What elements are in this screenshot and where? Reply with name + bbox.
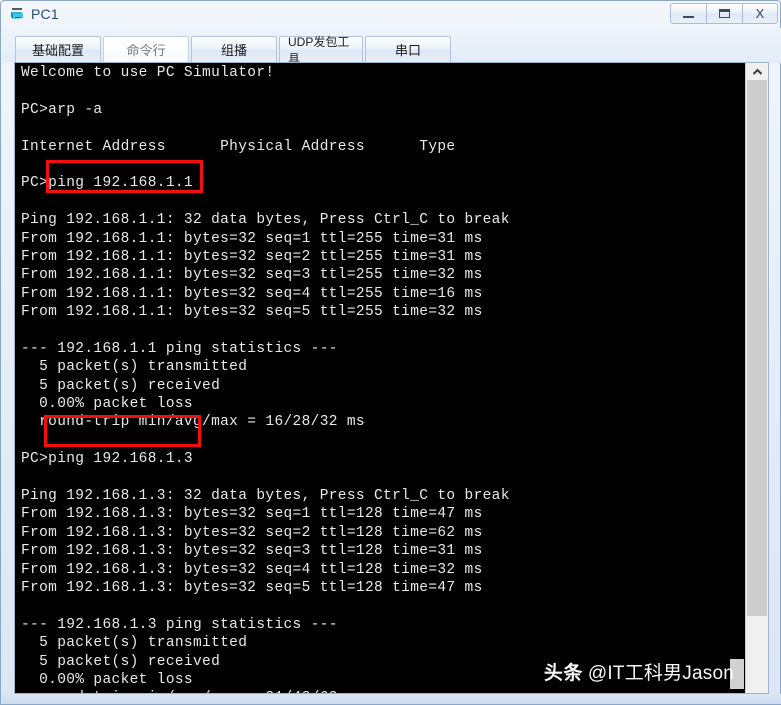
terminal-line: PC>ping 192.168.1.3 [21, 451, 193, 468]
minimize-icon [683, 16, 694, 18]
minimize-button[interactable] [670, 3, 706, 24]
terminal-line: 5 packet(s) received [21, 653, 221, 670]
scrollbar-track[interactable] [746, 616, 768, 693]
window-bottom-edge [2, 694, 781, 704]
terminal-line: Internet Address Physical Address Type [21, 138, 456, 155]
watermark-fade-overlay [730, 659, 744, 689]
tab-strip: 基础配置 命令行 组播 UDP发包工具 串口 [2, 28, 781, 66]
command-line-panel: Welcome to use PC Simulator! PC>arp -a I… [14, 62, 769, 694]
tab-udp-tool[interactable]: UDP发包工具 [279, 35, 363, 66]
maximize-button[interactable] [706, 3, 742, 24]
watermark-handle: @IT工科男Jason [587, 663, 734, 684]
pc-device-icon [9, 5, 27, 23]
scroll-up-button[interactable] [746, 63, 768, 80]
terminal-line: From 192.168.1.3: bytes=32 seq=2 ttl=128… [21, 524, 483, 541]
terminal-line: Welcome to use PC Simulator! [21, 65, 275, 81]
terminal-line: round-trip min/avg/max = 31/43/62 ms [21, 689, 510, 693]
terminal-line: Ping 192.168.1.1: 32 data bytes, Press C… [21, 212, 510, 229]
maximize-icon [719, 9, 730, 18]
window-title: PC1 [31, 6, 59, 22]
terminal-line: From 192.168.1.1: bytes=32 seq=5 ttl=255… [21, 304, 483, 321]
terminal-line: PC>arp -a [21, 101, 103, 118]
tab-list: 基础配置 命令行 组播 UDP发包工具 串口 [15, 35, 453, 66]
terminal-line: From 192.168.1.1: bytes=32 seq=3 ttl=255… [21, 267, 483, 284]
tab-multicast[interactable]: 组播 [191, 36, 277, 63]
terminal-line: From 192.168.1.3: bytes=32 seq=4 ttl=128… [21, 561, 483, 578]
terminal-text: Welcome to use PC Simulator! PC>arp -a I… [21, 64, 510, 693]
terminal-output[interactable]: Welcome to use PC Simulator! PC>arp -a I… [15, 63, 746, 693]
terminal-line: Ping 192.168.1.3: 32 data bytes, Press C… [21, 487, 510, 504]
terminal-line: 0.00% packet loss [21, 396, 193, 413]
terminal-line: From 192.168.1.1: bytes=32 seq=2 ttl=255… [21, 248, 483, 265]
scrollbar-thumb[interactable] [747, 80, 767, 616]
close-button[interactable]: X [742, 3, 778, 24]
tab-command-line[interactable]: 命令行 [103, 36, 189, 63]
title-bar: PC1 X [1, 1, 781, 28]
terminal-line: PC>ping 192.168.1.1 [21, 175, 193, 192]
terminal-line: round-trip min/avg/max = 16/28/32 ms [21, 414, 365, 431]
chevron-up-icon [752, 68, 762, 75]
terminal-line: 5 packet(s) transmitted [21, 359, 248, 376]
terminal-line: --- 192.168.1.1 ping statistics --- [21, 340, 338, 357]
tab-basic-config[interactable]: 基础配置 [15, 36, 101, 63]
window-controls: X [670, 3, 778, 24]
watermark-brand: 头条 [543, 663, 583, 684]
terminal-line: From 192.168.1.1: bytes=32 seq=4 ttl=255… [21, 285, 483, 302]
terminal-line: From 192.168.1.3: bytes=32 seq=3 ttl=128… [21, 543, 483, 560]
terminal-line: From 192.168.1.3: bytes=32 seq=5 ttl=128… [21, 579, 483, 596]
terminal-line: From 192.168.1.3: bytes=32 seq=1 ttl=128… [21, 506, 483, 523]
tab-serial-port[interactable]: 串口 [365, 36, 451, 63]
watermark: 头条 @IT工科男Jason [544, 658, 734, 685]
terminal-line: 5 packet(s) transmitted [21, 635, 248, 652]
terminal-line: 0.00% packet loss [21, 671, 193, 688]
pc1-window: PC1 X 基础配置 命令行 组播 UDP发包工具 串口 Welcome to … [0, 0, 781, 705]
terminal-line: 5 packet(s) received [21, 377, 221, 394]
terminal-line: --- 192.168.1.3 ping statistics --- [21, 616, 338, 633]
terminal-line: From 192.168.1.1: bytes=32 seq=1 ttl=255… [21, 230, 483, 247]
terminal-scrollbar[interactable] [745, 63, 768, 693]
